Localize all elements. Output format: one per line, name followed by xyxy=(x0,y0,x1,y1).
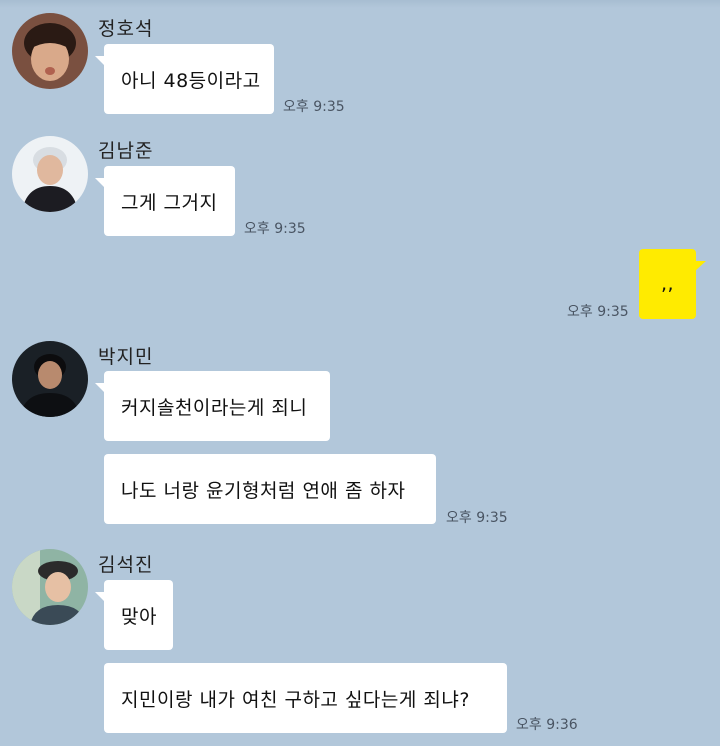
profile-photo-icon xyxy=(12,13,88,89)
profile-photo-icon xyxy=(12,136,88,212)
message-timestamp: 오후 9:35 xyxy=(283,99,345,115)
my-message-bubble[interactable]: ,, xyxy=(639,249,706,319)
avatar-sender-5[interactable] xyxy=(12,549,88,625)
avatar-sender-1[interactable] xyxy=(12,13,88,89)
avatar-sender-4[interactable] xyxy=(12,341,88,417)
sender-name: 박지민 xyxy=(98,346,154,368)
sender-name: 김석진 xyxy=(98,554,154,576)
message-timestamp: 오후 9:35 xyxy=(244,221,306,237)
sender-name: 김남준 xyxy=(98,140,154,162)
message-bubble[interactable]: 커지솔천이라는게 죄니 xyxy=(95,371,330,441)
message-bubble[interactable]: 지민이랑 내가 여친 구하고 싶다는게 죄냐? xyxy=(104,663,507,733)
message-bubble[interactable]: 아니 48등이라고 xyxy=(95,44,274,114)
message-bubble[interactable]: 맞아 xyxy=(95,580,173,650)
sender-name: 정호석 xyxy=(98,18,154,40)
profile-photo-icon xyxy=(12,341,88,417)
avatar-sender-2[interactable] xyxy=(12,136,88,212)
message-timestamp: 오후 9:35 xyxy=(567,304,629,320)
message-bubble[interactable]: 나도 너랑 윤기형처럼 연애 좀 하자 xyxy=(104,454,436,524)
message-timestamp: 오후 9:36 xyxy=(516,717,578,733)
message-bubble[interactable]: 그게 그거지 xyxy=(95,166,235,236)
profile-photo-icon xyxy=(12,549,88,625)
top-shadow xyxy=(0,0,720,8)
message-timestamp: 오후 9:35 xyxy=(446,510,508,526)
